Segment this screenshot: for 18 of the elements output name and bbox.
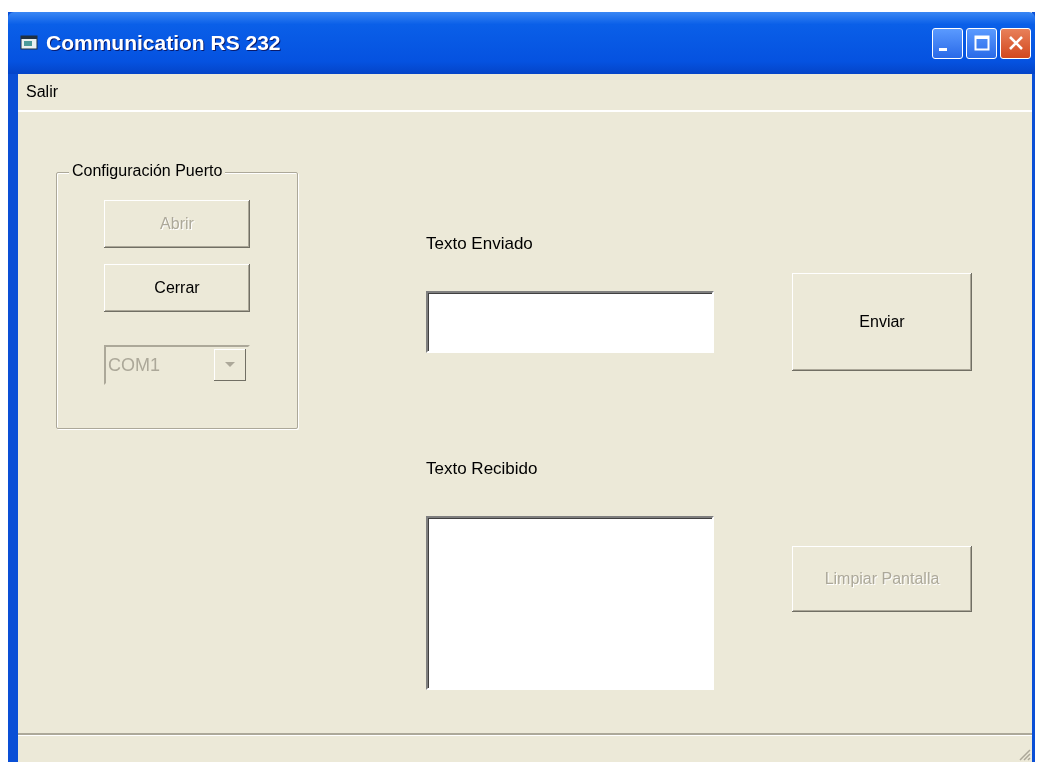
window-title: Communication RS 232 [46,31,282,55]
dropdown-arrow-icon [225,362,235,368]
maximize-button[interactable] [966,27,997,59]
resize-grip-icon [1017,747,1031,761]
maximize-icon [973,35,990,51]
field-label: Texto Recibido [426,459,538,479]
received-text-area[interactable] [426,516,714,690]
close-icon [1007,35,1024,51]
minimize-icon [938,47,947,51]
field-label: Texto Enviado [426,234,533,254]
menu-item[interactable]: Salir [22,83,62,101]
port-button[interactable]: Cerrar [104,264,250,312]
sent-text-field[interactable] [426,291,714,353]
send-button[interactable]: Enviar [792,273,972,371]
close-button[interactable] [1000,27,1031,59]
minimize-button[interactable] [932,27,963,59]
window-icon [20,35,38,51]
group-title: Configuración Puerto [69,162,226,180]
